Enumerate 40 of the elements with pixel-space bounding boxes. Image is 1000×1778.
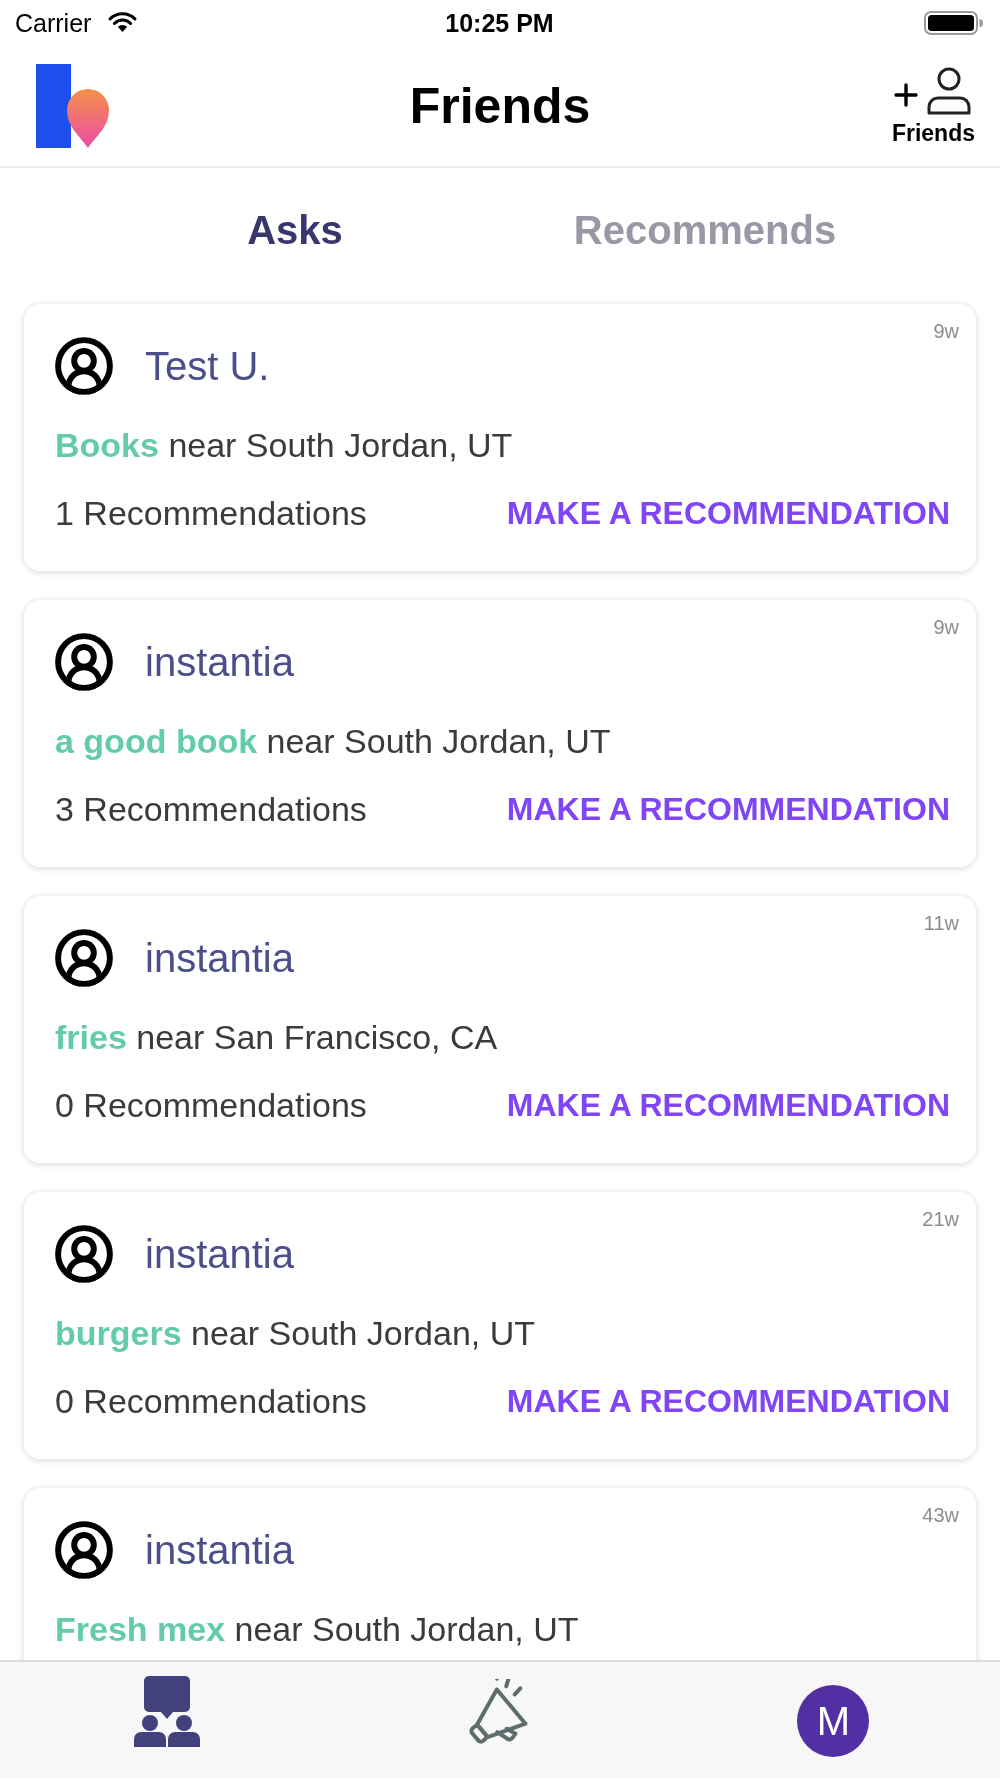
recommendation-count: 3 Recommendations <box>55 789 367 829</box>
user-avatar-icon <box>55 1224 113 1283</box>
add-friends-button[interactable]: Friends <box>891 65 975 146</box>
ask-text: Books near South Jordan, UT <box>55 425 514 465</box>
time-ago: 9w <box>933 319 959 343</box>
time-ago: 21w <box>922 1207 959 1231</box>
ask-text: fries near San Francisco, CA <box>55 1017 499 1057</box>
wifi-icon <box>108 12 138 33</box>
recommendation-count: 0 Recommendations <box>55 1085 367 1125</box>
status-time: 10:25 PM <box>445 7 554 38</box>
tab[interactable]: Asks <box>90 206 500 254</box>
tab[interactable]: Recommends <box>500 206 910 254</box>
recommendation-count: 0 Recommendations <box>55 1381 367 1421</box>
friends-tab-button[interactable] <box>133 1676 200 1747</box>
user-avatar-icon <box>55 928 113 987</box>
time-ago: 11w <box>923 911 959 935</box>
user-avatar-icon <box>55 336 113 395</box>
profile-tab-button[interactable]: M <box>797 1685 870 1757</box>
make-recommendation-button[interactable]: MAKE A RECOMMENDATION <box>506 789 950 829</box>
time-ago: 9w <box>933 615 959 639</box>
people-chat-icon <box>133 1676 200 1747</box>
time-ago: 43w <box>922 1503 959 1527</box>
add-person-icon <box>893 65 974 116</box>
ask-text: a good book near South Jordan, UT <box>55 721 612 761</box>
make-recommendation-button[interactable]: MAKE A RECOMMENDATION <box>506 1085 950 1125</box>
ask-text: Fresh mex near South Jordan, UT <box>55 1609 580 1649</box>
ask-text: burgers near South Jordan, UT <box>55 1313 536 1353</box>
user-name: instantia <box>145 638 294 686</box>
user-name: instantia <box>145 1526 294 1574</box>
battery-icon <box>924 10 984 35</box>
user-avatar-icon <box>55 1520 113 1579</box>
carrier-name: Carrier <box>15 7 92 38</box>
user-name: instantia <box>145 934 294 982</box>
make-recommendation-button[interactable]: MAKE A RECOMMENDATION <box>506 1381 950 1421</box>
user-name: instantia <box>145 1230 294 1278</box>
make-recommendation-button[interactable]: MAKE A RECOMMENDATION <box>506 493 950 533</box>
recommendation-count: 1 Recommendations <box>55 493 367 533</box>
page-title: Friends <box>409 76 591 135</box>
user-name: Test U. <box>145 342 270 390</box>
user-avatar-icon <box>55 632 113 691</box>
